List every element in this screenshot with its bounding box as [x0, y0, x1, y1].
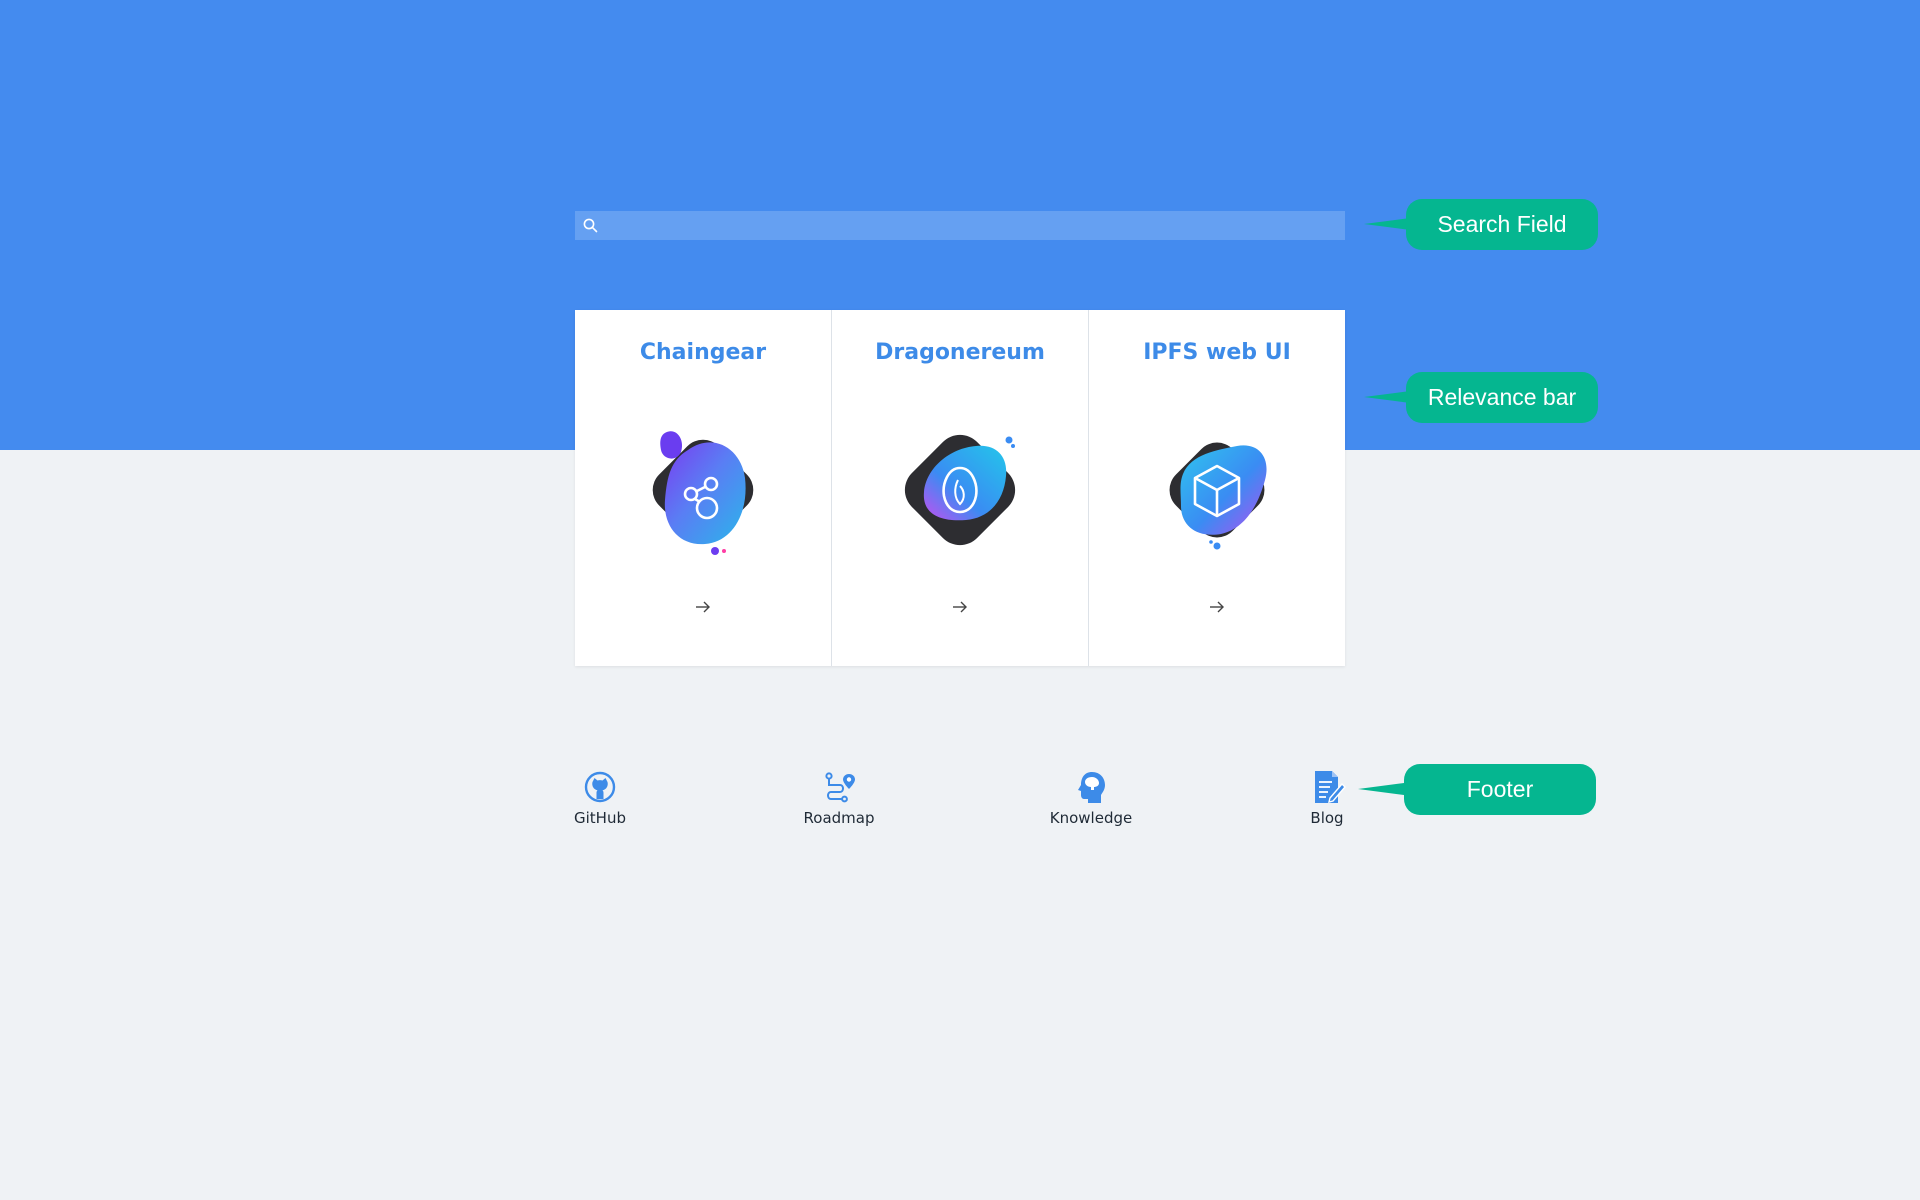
cube-icon	[1169, 442, 1267, 550]
knowledge-head-icon	[1078, 772, 1105, 803]
roadmap-icon	[825, 772, 855, 803]
footer-link-roadmap[interactable]: Roadmap	[784, 768, 894, 827]
card-chaingear[interactable]: Chaingear	[575, 310, 832, 666]
card-dragonereum[interactable]: Dragonereum	[832, 310, 1089, 666]
card-title: Chaingear	[639, 340, 767, 365]
search-input[interactable]	[605, 211, 1339, 242]
callout-label: Search Field	[1437, 211, 1567, 237]
footer-label: Blog	[1310, 809, 1344, 827]
arrow-right-icon[interactable]	[694, 600, 712, 614]
arrow-right-icon[interactable]	[1208, 600, 1226, 614]
callout-search-field: Search Field	[1406, 199, 1598, 250]
card-title: Dragonereum	[875, 340, 1045, 365]
footer-link-github[interactable]: GitHub	[545, 768, 655, 827]
callout-pointer	[1364, 391, 1410, 403]
github-icon	[584, 771, 616, 803]
callout-footer: Footer	[1404, 764, 1596, 815]
callout-relevance-bar: Relevance bar	[1406, 372, 1598, 423]
callout-label: Relevance bar	[1427, 384, 1577, 410]
footer-link-knowledge[interactable]: Knowledge	[1036, 768, 1146, 827]
callout-pointer	[1358, 783, 1404, 795]
callout-label: Footer	[1466, 776, 1534, 802]
footer-label: Roadmap	[803, 809, 875, 827]
footer-label: GitHub	[574, 809, 626, 827]
card-ipfs-web-ui[interactable]: IPFS web UI	[1089, 310, 1345, 666]
search-bar[interactable]	[575, 211, 1345, 242]
dragon-egg-icon	[904, 434, 1016, 546]
callout-pointer	[1364, 218, 1410, 230]
footer-label: Knowledge	[1049, 809, 1133, 827]
search-icon	[583, 218, 598, 233]
relevance-bar: Chaingear Dragonereum IPFS web UI	[575, 310, 1345, 666]
arrow-right-icon[interactable]	[951, 600, 969, 614]
blog-doc-icon	[1315, 771, 1346, 803]
card-title: IPFS web UI	[1143, 340, 1291, 365]
graph-nodes-icon	[652, 431, 754, 555]
